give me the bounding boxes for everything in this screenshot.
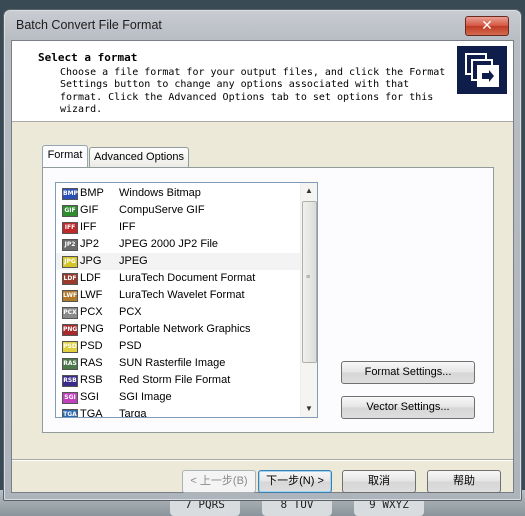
format-extension: RSB bbox=[80, 374, 103, 386]
file-format-icon: PSD bbox=[62, 341, 78, 353]
list-item[interactable]: JPG JPG JPEG bbox=[56, 253, 300, 270]
format-description: CompuServe GIF bbox=[119, 204, 205, 216]
file-format-icon: LWF bbox=[62, 290, 78, 302]
scroll-thumb[interactable]: ≡ bbox=[302, 201, 317, 363]
format-description: SGI Image bbox=[119, 391, 172, 403]
file-format-icon: BMP bbox=[62, 188, 78, 200]
format-extension: TGA bbox=[80, 408, 103, 418]
list-item[interactable]: JP2 JP2 JPEG 2000 JP2 File bbox=[56, 236, 300, 253]
format-description: LuraTech Document Format bbox=[119, 272, 256, 284]
format-extension: BMP bbox=[80, 187, 104, 199]
format-description: Portable Network Graphics bbox=[119, 323, 251, 335]
convert-icon bbox=[457, 46, 507, 94]
dialog-window: Batch Convert File Format ✕ Select a for… bbox=[3, 9, 522, 501]
format-extension: SGI bbox=[80, 391, 99, 403]
list-scrollbar[interactable]: ▲ ≡ ▼ bbox=[300, 183, 317, 417]
list-item[interactable]: BMP BMP Windows Bitmap bbox=[56, 185, 300, 202]
list-item[interactable]: GIF GIF CompuServe GIF bbox=[56, 202, 300, 219]
format-extension: GIF bbox=[80, 204, 99, 216]
list-item[interactable]: LWF LWF LuraTech Wavelet Format bbox=[56, 287, 300, 304]
format-extension: JPG bbox=[80, 255, 102, 267]
cancel-button[interactable]: 取消 bbox=[342, 470, 416, 493]
next-button[interactable]: 下一步(N) > bbox=[258, 470, 332, 493]
list-item[interactable]: TGA TGA Targa bbox=[56, 406, 300, 418]
file-format-icon: JPG bbox=[62, 256, 78, 268]
format-description: Targa bbox=[119, 408, 147, 418]
grip-icon: ≡ bbox=[306, 274, 311, 281]
list-item[interactable]: RSB RSB Red Storm File Format bbox=[56, 372, 300, 389]
vector-settings-button[interactable]: Vector Settings... bbox=[341, 396, 475, 419]
file-format-icon: PNG bbox=[62, 324, 78, 336]
format-rows: BMP BMP Windows Bitmap GIF GIF CompuServe GIF… bbox=[56, 185, 300, 418]
title-bar[interactable]: Batch Convert File Format ✕ bbox=[4, 10, 521, 38]
file-format-icon: RAS bbox=[62, 358, 78, 370]
format-extension: PSD bbox=[80, 340, 103, 352]
format-description: JPEG bbox=[119, 255, 148, 267]
format-description: SUN Rasterfile Image bbox=[119, 357, 226, 369]
tab-format[interactable]: Format bbox=[42, 145, 88, 167]
list-item[interactable]: RAS RAS SUN Rasterfile Image bbox=[56, 355, 300, 372]
format-description: IFF bbox=[119, 221, 136, 233]
file-format-icon: SGI bbox=[62, 392, 78, 404]
list-item[interactable]: LDF LDF LuraTech Document Format bbox=[56, 270, 300, 287]
file-format-icon: RSB bbox=[62, 375, 78, 387]
file-format-icon: GIF bbox=[62, 205, 78, 217]
window-title: Batch Convert File Format bbox=[16, 18, 162, 32]
format-extension: PCX bbox=[80, 306, 103, 318]
format-description: Red Storm File Format bbox=[119, 374, 231, 386]
back-button[interactable]: < 上一步(B) bbox=[182, 470, 256, 493]
format-extension: LDF bbox=[80, 272, 101, 284]
format-extension: IFF bbox=[80, 221, 97, 233]
format-extension: PNG bbox=[80, 323, 104, 335]
file-format-icon: PCX bbox=[62, 307, 78, 319]
format-list[interactable]: BMP BMP Windows Bitmap GIF GIF CompuServe GIF… bbox=[55, 182, 318, 418]
tab-advanced-options[interactable]: Advanced Options bbox=[89, 147, 189, 167]
scroll-down-arrow-icon[interactable]: ▼ bbox=[301, 401, 317, 417]
wizard-header: Select a format Choose a file format for… bbox=[12, 41, 513, 122]
list-item[interactable]: PNG PNG Portable Network Graphics bbox=[56, 321, 300, 338]
separator bbox=[12, 459, 513, 461]
header-description: Choose a file format for your output fil… bbox=[60, 67, 446, 115]
list-item[interactable]: PCX PCX PCX bbox=[56, 304, 300, 321]
format-description: JPEG 2000 JP2 File bbox=[119, 238, 219, 250]
format-description: LuraTech Wavelet Format bbox=[119, 289, 245, 301]
format-settings-button[interactable]: Format Settings... bbox=[341, 361, 475, 384]
close-button[interactable]: ✕ bbox=[465, 16, 509, 36]
list-item[interactable]: SGI SGI SGI Image bbox=[56, 389, 300, 406]
list-item[interactable]: PSD PSD PSD bbox=[56, 338, 300, 355]
file-format-icon: JP2 bbox=[62, 239, 78, 251]
scroll-up-arrow-icon[interactable]: ▲ bbox=[301, 183, 317, 199]
format-description: Windows Bitmap bbox=[119, 187, 201, 199]
file-format-icon: IFF bbox=[62, 222, 78, 234]
help-button[interactable]: 帮助 bbox=[427, 470, 501, 493]
format-extension: JP2 bbox=[80, 238, 99, 250]
dialog-body: Select a format Choose a file format for… bbox=[11, 40, 514, 493]
format-description: PCX bbox=[119, 306, 142, 318]
format-tab-panel: BMP BMP Windows Bitmap GIF GIF CompuServe GIF… bbox=[42, 167, 494, 433]
format-extension: RAS bbox=[80, 357, 103, 369]
format-description: PSD bbox=[119, 340, 142, 352]
format-extension: LWF bbox=[80, 289, 103, 301]
close-icon: ✕ bbox=[481, 18, 493, 34]
file-format-icon: TGA bbox=[62, 409, 78, 417]
list-item[interactable]: IFF IFF IFF bbox=[56, 219, 300, 236]
file-format-icon: LDF bbox=[62, 273, 78, 285]
header-title: Select a format bbox=[38, 51, 138, 64]
